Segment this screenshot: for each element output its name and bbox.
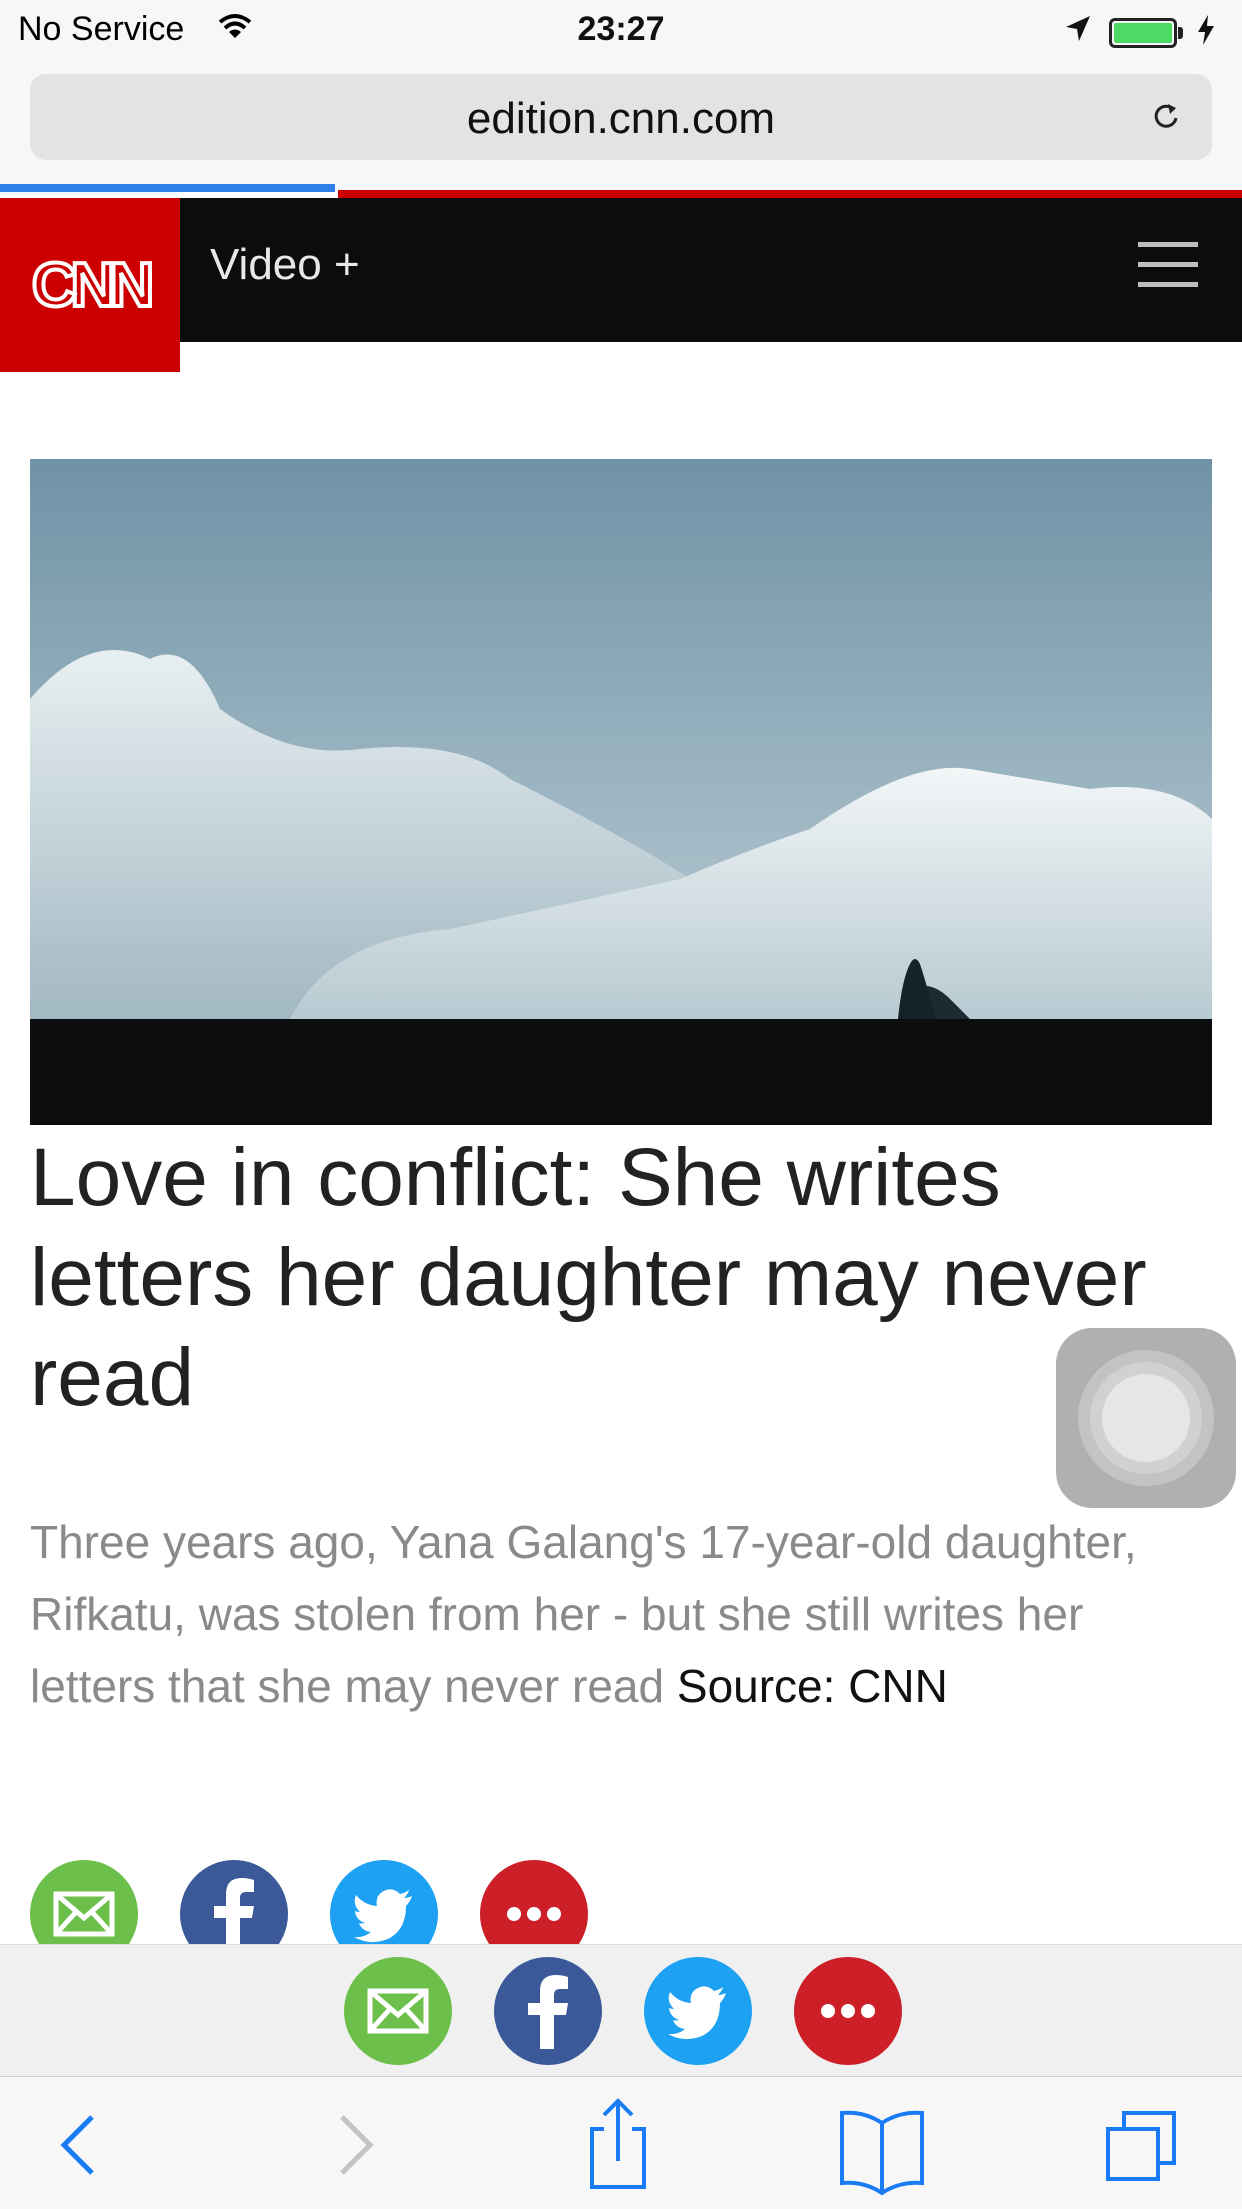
logo-text: CNN bbox=[32, 251, 151, 320]
twitter-icon[interactable] bbox=[644, 1957, 752, 2065]
location-icon bbox=[1066, 16, 1090, 41]
section-label[interactable]: Video + bbox=[210, 240, 360, 290]
page-load-progress bbox=[0, 184, 335, 192]
description-text: Three years ago, Yana Galang's 17-year-o… bbox=[30, 1516, 1137, 1712]
share-icon[interactable] bbox=[548, 2077, 688, 2209]
hero-image[interactable] bbox=[30, 459, 1212, 1125]
battery-icon bbox=[1109, 18, 1183, 48]
url-text[interactable]: edition.cnn.com bbox=[30, 94, 1212, 144]
bookmarks-icon[interactable] bbox=[812, 2077, 952, 2209]
assistive-touch-button[interactable] bbox=[1056, 1328, 1236, 1508]
clock: 23:27 bbox=[577, 10, 665, 48]
cnn-logo[interactable]: CNN bbox=[0, 198, 180, 372]
article-source: Source: CNN bbox=[676, 1660, 948, 1712]
article-headline[interactable]: Love in conflict: She writes letters her… bbox=[30, 1128, 1212, 1428]
browser-address-area: edition.cnn.com bbox=[0, 62, 1242, 192]
charging-icon bbox=[1198, 15, 1214, 45]
site-header bbox=[0, 198, 1242, 342]
status-right bbox=[1064, 14, 1224, 50]
status-bar: No Service 23:27 bbox=[0, 0, 1242, 62]
email-icon[interactable] bbox=[344, 1957, 452, 2065]
reload-icon[interactable] bbox=[1150, 100, 1182, 132]
forward-icon[interactable] bbox=[286, 2077, 426, 2209]
address-bar[interactable]: edition.cnn.com bbox=[30, 74, 1212, 160]
article-description: Three years ago, Yana Galang's 17-year-o… bbox=[30, 1506, 1190, 1722]
browser-toolbar bbox=[0, 2076, 1242, 2209]
hamburger-menu-icon[interactable] bbox=[1138, 242, 1198, 288]
share-dock bbox=[0, 1944, 1242, 2077]
header-red-line bbox=[338, 190, 1242, 198]
tabs-icon[interactable] bbox=[1074, 2077, 1214, 2209]
more-icon[interactable] bbox=[794, 1957, 902, 2065]
back-icon[interactable] bbox=[8, 2077, 148, 2209]
facebook-icon[interactable] bbox=[494, 1957, 602, 2065]
